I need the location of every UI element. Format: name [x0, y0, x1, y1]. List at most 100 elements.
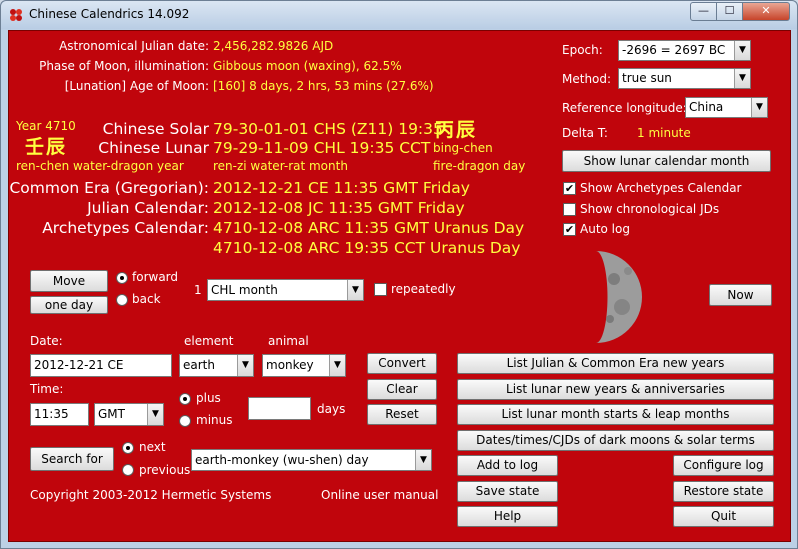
- list-lunar-months-button[interactable]: List lunar month starts & leap months: [457, 404, 774, 425]
- search-target-select[interactable]: earth-monkey (wu-shen) day ▼: [191, 449, 432, 471]
- year-name: ren-chen water-dragon year: [16, 159, 184, 173]
- add-to-log-button[interactable]: Add to log: [457, 455, 558, 476]
- move-unit-value: CHL month: [211, 283, 278, 297]
- archetypes-calendar-value-cct: 4710-12-08 ARC 19:35 CCT Uranus Day: [213, 239, 521, 257]
- one-day-button[interactable]: one day: [30, 296, 108, 314]
- chinese-lunar-label: Chinese Lunar: [98, 139, 209, 157]
- list-lunar-new-years-button[interactable]: List lunar new years & anniversaries: [457, 379, 774, 400]
- days-label: days: [317, 402, 346, 416]
- element-select[interactable]: earth ▼: [179, 354, 254, 377]
- quit-button[interactable]: Quit: [673, 506, 774, 527]
- app-icon: [10, 9, 22, 21]
- animal-select-value: monkey: [266, 358, 314, 372]
- plus-label: plus: [196, 391, 221, 405]
- method-select[interactable]: true sun ▼: [618, 68, 751, 89]
- main-panel: Astronomical Julian date: 2,456,282.9826…: [8, 30, 791, 542]
- moon-phase-image: [596, 251, 642, 343]
- move-unit-select[interactable]: CHL month ▼: [207, 279, 364, 301]
- element-label: element: [184, 334, 234, 348]
- title-bar[interactable]: Chinese Calendrics 14.092 — ☐ ✕: [1, 1, 797, 29]
- close-button[interactable]: ✕: [742, 2, 790, 21]
- help-button[interactable]: Help: [457, 506, 558, 527]
- moon-age-value: [160] 8 days, 2 hrs, 53 mins (27.6%): [213, 79, 434, 93]
- now-button[interactable]: Now: [709, 284, 772, 306]
- minimize-button[interactable]: —: [690, 2, 717, 21]
- date-input[interactable]: 2012-12-21 CE: [30, 354, 172, 377]
- moon-phase-label: Phase of Moon, illumination:: [39, 59, 209, 73]
- epoch-select[interactable]: -2696 = 2697 BC ▼: [618, 40, 751, 61]
- archetypes-checkbox[interactable]: ✔: [563, 182, 576, 195]
- back-radio[interactable]: [116, 294, 128, 306]
- auto-log-checkbox[interactable]: ✔: [563, 223, 576, 236]
- animal-label: animal: [268, 334, 309, 348]
- moon-lit-area: [596, 251, 642, 343]
- convert-button[interactable]: Convert: [367, 353, 437, 374]
- moon-crater: [614, 299, 630, 315]
- chevron-down-icon: ▼: [751, 98, 767, 117]
- repeatedly-checkbox[interactable]: [374, 283, 387, 296]
- day-pinyin: bing-chen: [433, 141, 493, 155]
- chevron-down-icon: ▼: [329, 355, 345, 376]
- timezone-select[interactable]: GMT ▼: [94, 403, 164, 426]
- day-name: fire-dragon day: [433, 159, 526, 173]
- reset-button[interactable]: Reset: [367, 404, 437, 425]
- search-for-button[interactable]: Search for: [30, 447, 114, 471]
- next-radio[interactable]: [122, 442, 134, 454]
- julian-date-value: 2,456,282.9826 AJD: [213, 39, 334, 53]
- configure-log-button[interactable]: Configure log: [673, 455, 774, 476]
- clear-button[interactable]: Clear: [367, 379, 437, 400]
- restore-state-button[interactable]: Restore state: [673, 481, 774, 502]
- previous-radio[interactable]: [122, 464, 134, 476]
- julian-calendar-label: Julian Calendar:: [87, 199, 209, 217]
- chinese-lunar-value: 79-29-11-09 CHL 19:35 CCT: [213, 139, 431, 157]
- online-manual-link[interactable]: Online user manual: [321, 488, 438, 502]
- date-label: Date:: [30, 334, 63, 348]
- chronological-jds-label: Show chronological JDs: [580, 202, 720, 216]
- element-select-value: earth: [183, 358, 215, 372]
- window-title: Chinese Calendrics 14.092: [29, 7, 190, 21]
- chevron-down-icon: ▼: [347, 280, 363, 300]
- search-target-value: earth-monkey (wu-shen) day: [195, 453, 369, 467]
- copyright-text: Copyright 2003-2012 Hermetic Systems: [30, 488, 272, 502]
- move-button[interactable]: Move: [30, 270, 108, 292]
- repeatedly-label: repeatedly: [391, 282, 456, 296]
- maximize-button[interactable]: ☐: [716, 2, 743, 21]
- save-state-button[interactable]: Save state: [457, 481, 558, 502]
- month-name: ren-zi water-rat month: [213, 159, 348, 173]
- animal-select[interactable]: monkey ▼: [262, 354, 346, 377]
- epoch-select-value: -2696 = 2697 BC: [622, 43, 726, 57]
- chevron-down-icon: ▼: [734, 69, 750, 88]
- reference-longitude-label: Reference longitude:: [562, 101, 687, 115]
- dark-moons-button[interactable]: Dates/times/CJDs of dark moons & solar t…: [457, 430, 774, 451]
- common-era-value: 2012-12-21 CE 11:35 GMT Friday: [213, 179, 470, 197]
- time-input[interactable]: 11:35: [30, 403, 89, 426]
- chevron-down-icon: ▼: [237, 355, 253, 376]
- moon-crater: [608, 273, 620, 285]
- chronological-jds-checkbox[interactable]: [563, 203, 576, 216]
- chinese-solar-label: Chinese Solar: [102, 120, 209, 138]
- chinese-solar-value: 79-30-01-01 CHS (Z11) 19:35: [213, 120, 443, 138]
- plus-radio[interactable]: [179, 393, 191, 405]
- reference-longitude-select[interactable]: China ▼: [685, 97, 768, 118]
- common-era-label: Common Era (Gregorian):: [9, 179, 209, 197]
- moon-crater: [606, 315, 614, 323]
- chevron-down-icon: ▼: [415, 450, 431, 470]
- moon-age-label: [Lunation] Age of Moon:: [64, 79, 209, 93]
- previous-label: previous: [139, 463, 191, 477]
- move-count: 1: [194, 283, 202, 297]
- epoch-label: Epoch:: [562, 43, 603, 57]
- time-label: Time:: [30, 382, 64, 396]
- forward-radio[interactable]: [116, 272, 128, 284]
- show-lunar-month-button[interactable]: Show lunar calendar month: [562, 150, 771, 172]
- forward-label: forward: [132, 270, 179, 284]
- julian-date-label: Astronomical Julian date:: [59, 39, 209, 53]
- days-input[interactable]: [248, 397, 311, 420]
- minus-radio[interactable]: [179, 415, 191, 427]
- chevron-down-icon: ▼: [147, 404, 163, 425]
- year-number: Year 4710: [16, 119, 76, 133]
- archetypes-calendar-value-gmt: 4710-12-08 ARC 11:35 GMT Uranus Day: [213, 219, 525, 237]
- delta-t-value: 1 minute: [637, 126, 691, 140]
- chevron-down-icon: ▼: [734, 41, 750, 60]
- list-julian-ce-button[interactable]: List Julian & Common Era new years: [457, 353, 774, 374]
- method-select-value: true sun: [622, 71, 672, 85]
